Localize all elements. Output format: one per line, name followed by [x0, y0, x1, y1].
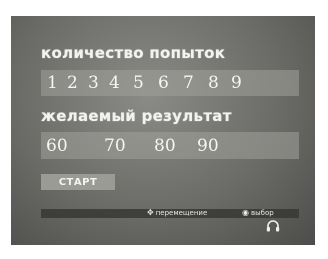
- select-hint-label: выбор: [250, 209, 274, 217]
- result-label: желаемый результат: [41, 107, 232, 125]
- attempts-option[interactable]: 3: [88, 73, 109, 93]
- move-hint-label: перемещение: [155, 209, 208, 217]
- dpad-icon: ✥: [147, 208, 154, 217]
- result-option[interactable]: 90: [197, 136, 227, 156]
- select-hint: ◉ выбор: [242, 208, 274, 218]
- attempts-option[interactable]: 4: [109, 73, 133, 93]
- attempts-option[interactable]: 5: [133, 73, 158, 93]
- attempts-option[interactable]: 6: [158, 73, 183, 93]
- settings-screen: количество попыток 1 2 3 4 5 6 7 8 9 жел…: [11, 16, 315, 245]
- attempts-option[interactable]: 2: [67, 73, 88, 93]
- move-hint: ✥ перемещение: [147, 208, 207, 218]
- headphones-icon: [266, 220, 280, 232]
- circle-button-icon: ◉: [242, 208, 249, 217]
- attempts-options: 1 2 3 4 5 6 7 8 9: [47, 72, 251, 94]
- result-option[interactable]: 70: [104, 136, 154, 156]
- result-option[interactable]: 80: [154, 136, 197, 156]
- attempts-option[interactable]: 1: [47, 73, 67, 93]
- attempts-option[interactable]: 9: [231, 73, 251, 93]
- attempts-label: количество попыток: [41, 44, 226, 62]
- start-button[interactable]: СТАРТ: [41, 174, 115, 190]
- result-options: 60 70 80 90: [46, 134, 227, 157]
- result-option[interactable]: 60: [46, 136, 104, 156]
- attempts-option[interactable]: 7: [183, 73, 208, 93]
- attempts-option[interactable]: 8: [208, 73, 231, 93]
